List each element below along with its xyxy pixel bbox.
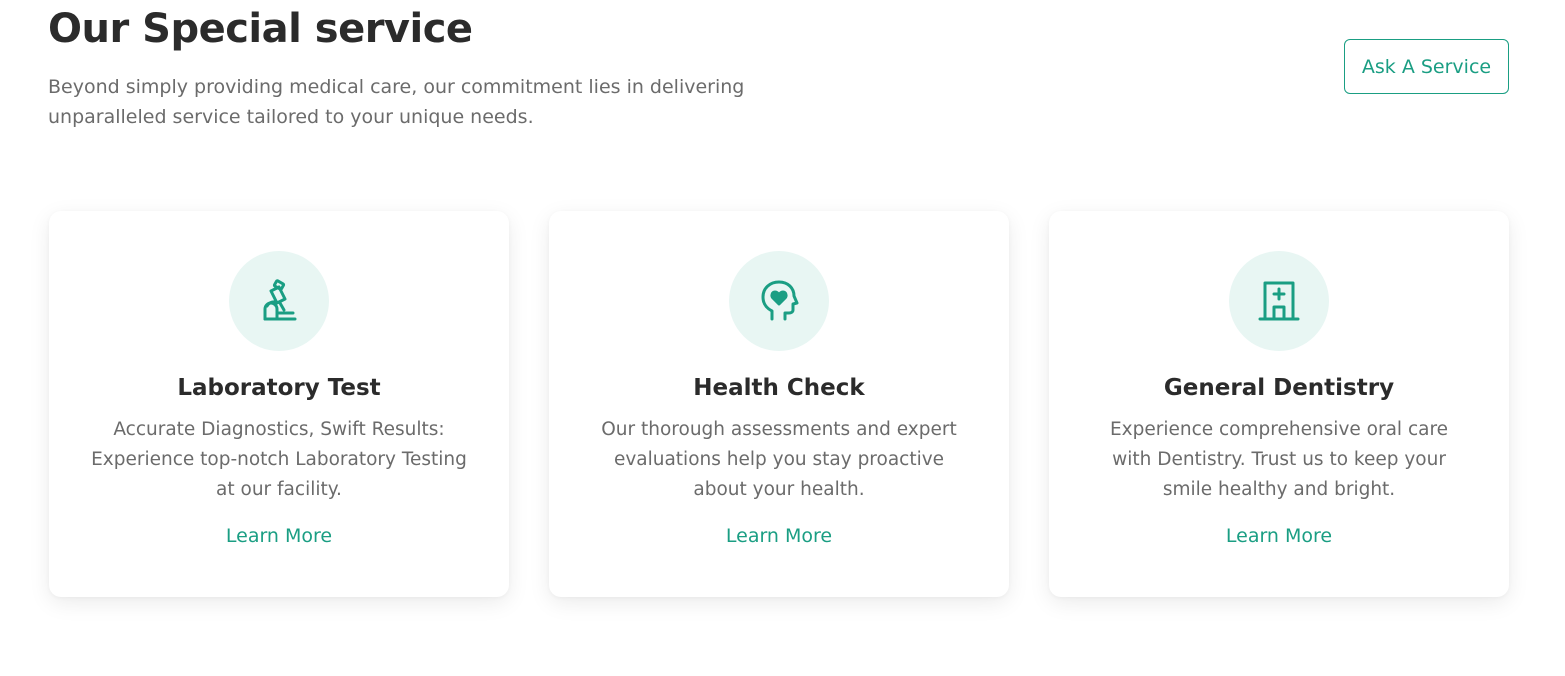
learn-more-link[interactable]: Learn More [226, 525, 332, 547]
service-cards: Laboratory Test Accurate Diagnostics, Sw… [49, 211, 1509, 597]
card-title: General Dentistry [1163, 375, 1395, 401]
card-title: Laboratory Test [177, 375, 381, 401]
card-description: Accurate Diagnostics, Swift Results: Exp… [91, 419, 467, 500]
card-description: Experience comprehensive oral care with … [1109, 419, 1449, 500]
section-description: Beyond simply providing medical care, ou… [48, 76, 745, 128]
section-title: Our Special service [48, 6, 473, 52]
microscope-icon [229, 251, 329, 351]
head-heart-icon [729, 251, 829, 351]
service-card-health-check: Health Check Our thorough assessments an… [549, 211, 1009, 597]
card-description: Our thorough assessments and expert eval… [601, 419, 957, 500]
learn-more-link[interactable]: Learn More [1226, 525, 1332, 547]
card-title: Health Check [693, 375, 865, 401]
services-section: Our Special service Beyond simply provid… [0, 0, 1565, 676]
hospital-icon [1229, 251, 1329, 351]
ask-a-service-button[interactable]: Ask A Service [1344, 39, 1509, 94]
service-card-general-dentistry: General Dentistry Experience comprehensi… [1049, 211, 1509, 597]
learn-more-link[interactable]: Learn More [726, 525, 832, 547]
service-card-laboratory-test: Laboratory Test Accurate Diagnostics, Sw… [49, 211, 509, 597]
